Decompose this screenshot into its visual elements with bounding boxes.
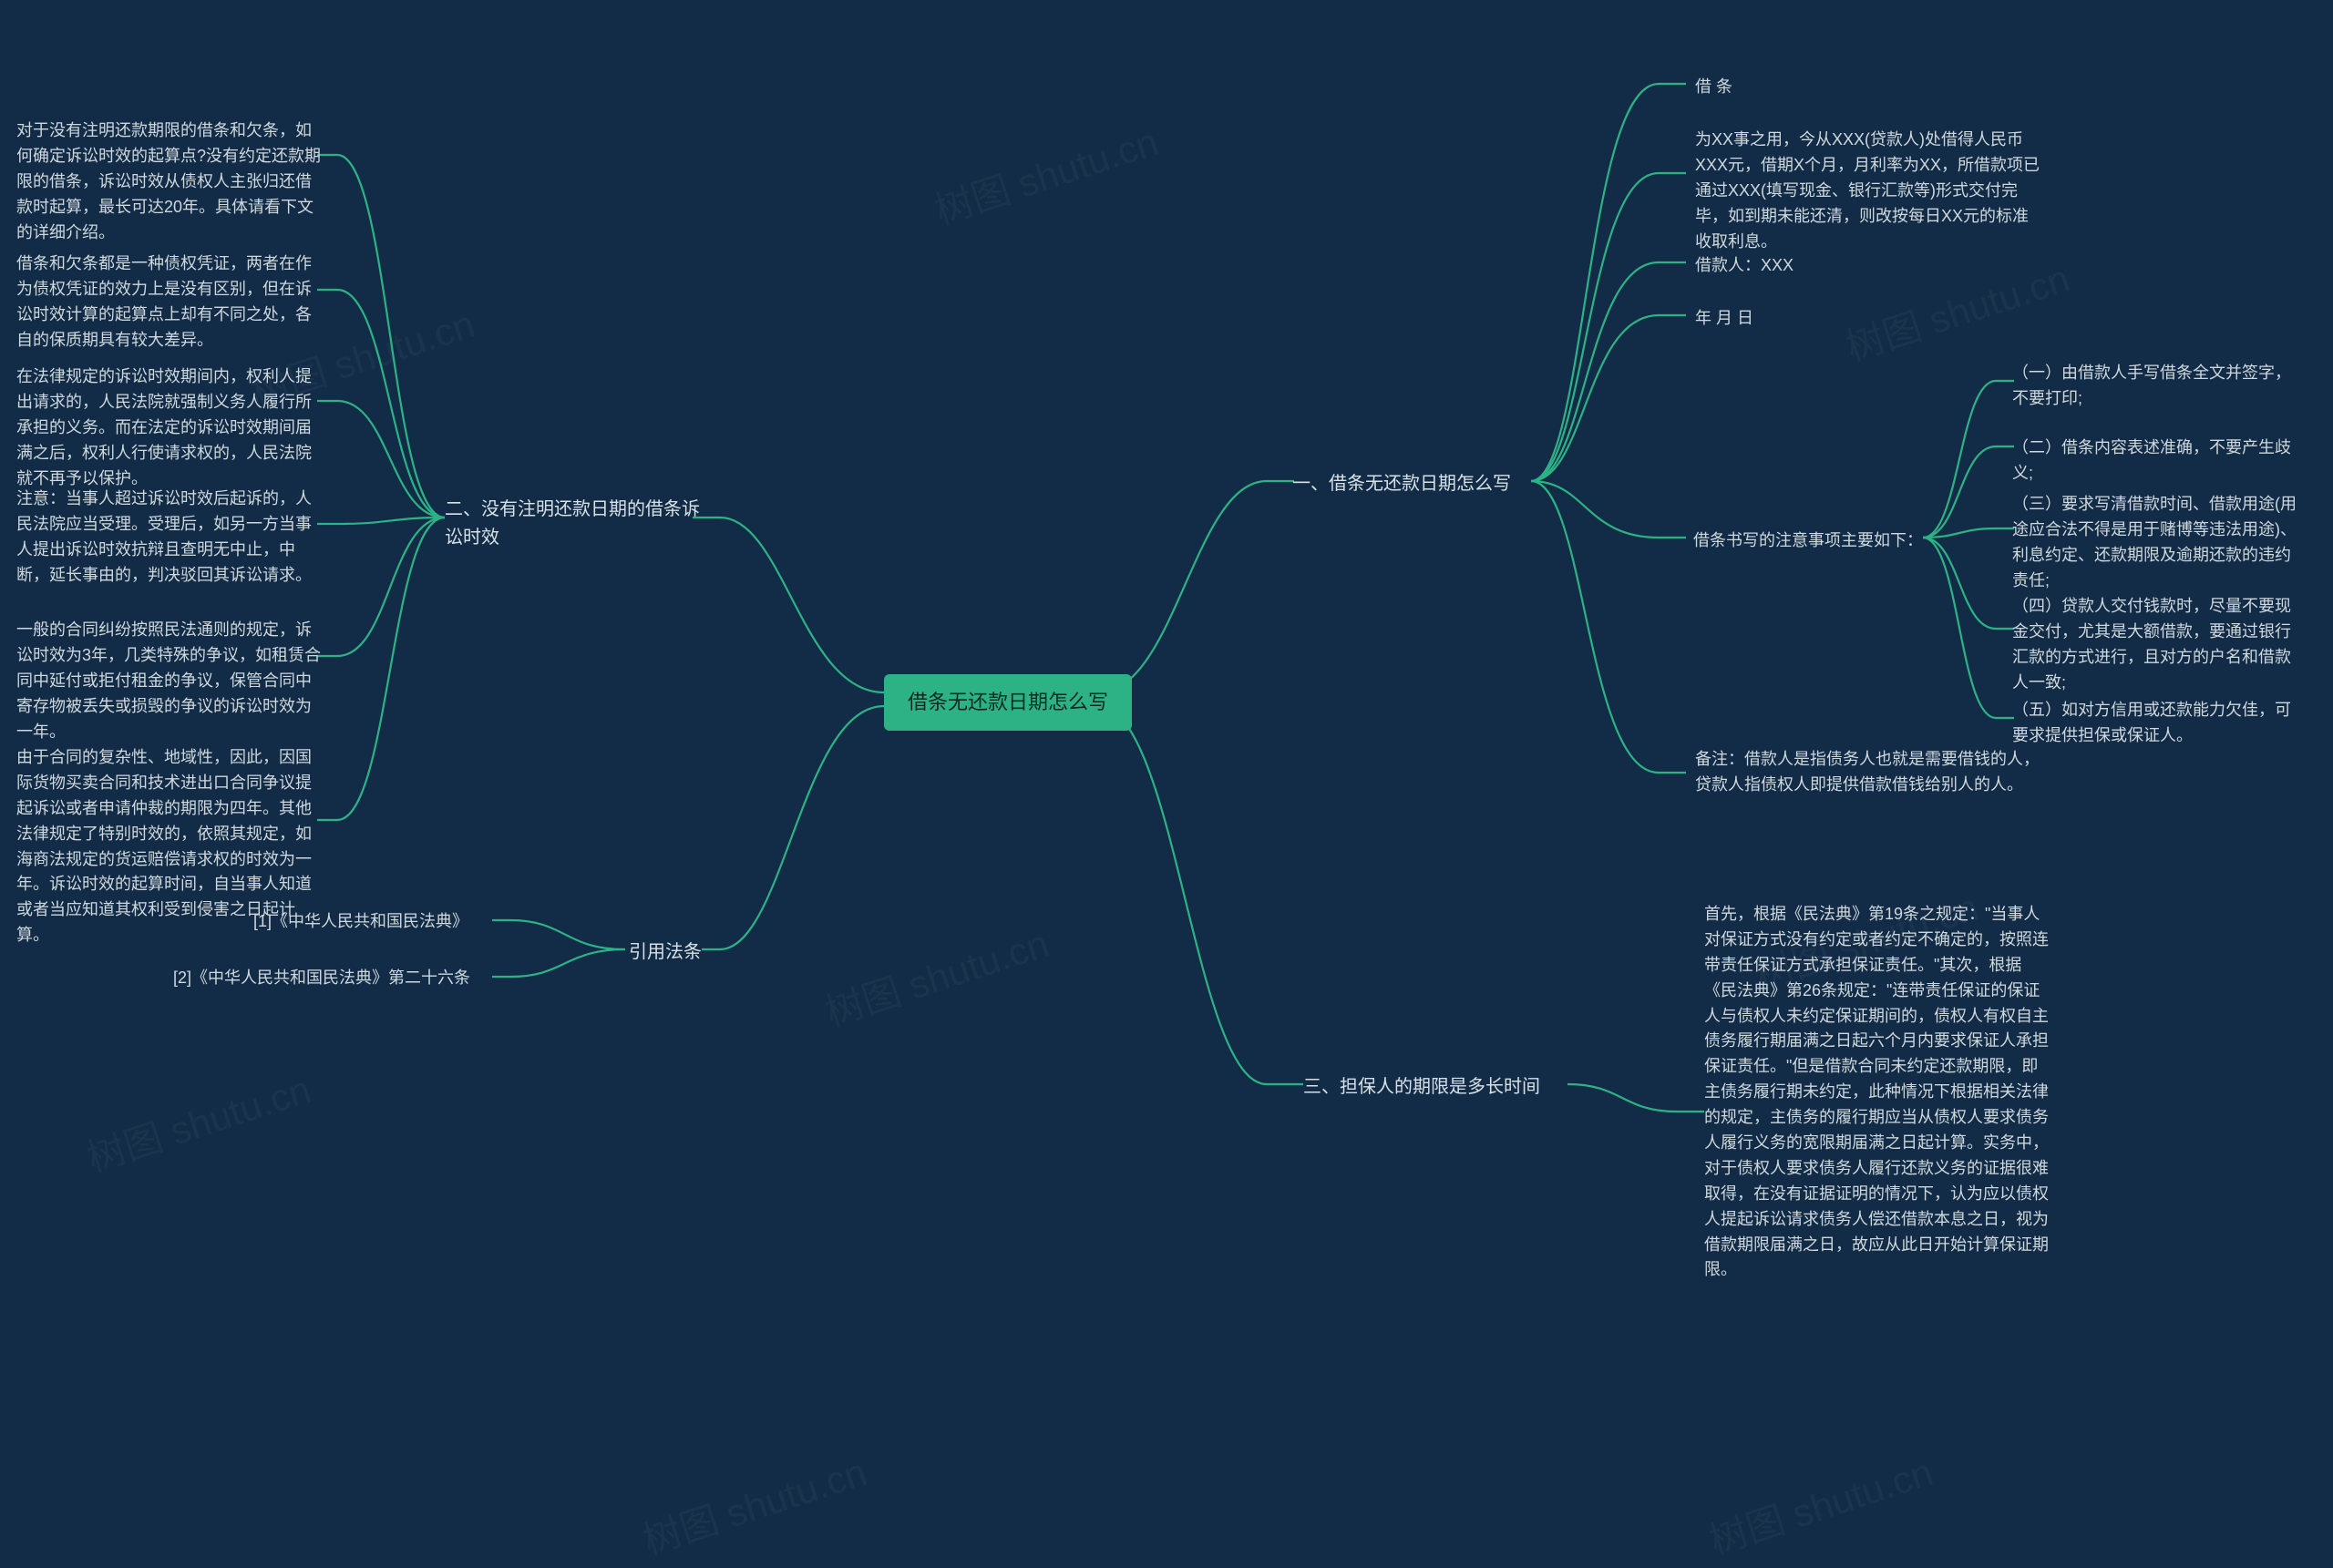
watermark: 树图 shutu.cn — [79, 1059, 317, 1184]
sec1-sub5: （五）如对方信用或还款能力欠佳，可要求提供担保或保证人。 — [2012, 698, 2304, 749]
sec2-item5: 一般的合同纠纷按照民法通则的规定，诉讼时效为3年，几类特殊的争议，如租赁合同中延… — [16, 618, 326, 744]
law-ref2: [2]《中华人民共和国民法典》第二十六条 — [173, 966, 470, 991]
center-topic[interactable]: 借条无还款日期怎么写 — [884, 674, 1132, 731]
branch-sec1[interactable]: 一、借条无还款日期怎么写 — [1292, 470, 1511, 498]
watermark: 树图 shutu.cn — [817, 913, 1055, 1038]
sec2-item4: 注意：当事人超过诉讼时效后起诉的，人民法院应当受理。受理后，如另一方当事人提出诉… — [16, 487, 326, 589]
sec1-item1: 借 条 — [1695, 75, 1732, 100]
branch-sec3[interactable]: 三、担保人的期限是多长时间 — [1303, 1073, 1540, 1102]
law-ref1: [1]《中华人民共和国民法典》 — [253, 909, 468, 935]
sec2-item1: 对于没有注明还款期限的借条和欠条，如何确定诉讼时效的起算点?没有约定还款期限的借… — [16, 118, 326, 245]
sec1-sub2: （二）借条内容表述准确，不要产生歧义; — [2012, 436, 2304, 487]
sec2-item2: 借条和欠条都是一种债权凭证，两者在作为债权凭证的效力上是没有区别，但在诉讼时效计… — [16, 251, 326, 354]
sec1-item2: 为XX事之用，今从XXX(贷款人)处借得人民币XXX元，借期X个月，月利率为XX… — [1695, 128, 2041, 254]
sec3-body: 首先，根据《民法典》第19条之规定："当事人对保证方式没有约定或者约定不确定的，… — [1704, 902, 2050, 1283]
sec1-sub3: （三）要求写清借款时间、借款用途(用途应合法不得是用于赌博等违法用途)、利息约定… — [2012, 492, 2304, 594]
sec2-item3: 在法律规定的诉讼时效期间内，权利人提出请求的，人民法院就强制义务人履行所承担的义… — [16, 364, 326, 491]
sec1-note: 备注：借款人是指债务人也就是需要借钱的人，贷款人指债权人即提供借款借钱给别人的人… — [1695, 747, 2041, 798]
sec1-sub4: （四）贷款人交付钱款时，尽量不要现金交付，尤其是大额借款，要通过银行汇款的方式进… — [2012, 594, 2304, 696]
watermark: 树图 shutu.cn — [635, 1441, 873, 1566]
sec1-sub1: （一）由借款人手写借条全文并签字，不要打印; — [2012, 361, 2304, 412]
sec1-sub-title[interactable]: 借条书写的注意事项主要如下： — [1693, 528, 1923, 554]
watermark: 树图 shutu.cn — [1701, 1441, 1939, 1566]
branch-law[interactable]: 引用法条 — [629, 938, 702, 967]
watermark: 树图 shutu.cn — [927, 111, 1165, 236]
branch-sec2[interactable]: 二、没有注明还款日期的借条诉讼时效 — [445, 496, 700, 552]
watermark: 树图 shutu.cn — [1838, 248, 2076, 373]
sec1-item4: 年 月 日 — [1695, 306, 1753, 332]
sec1-item3: 借款人：XXX — [1695, 253, 1793, 279]
